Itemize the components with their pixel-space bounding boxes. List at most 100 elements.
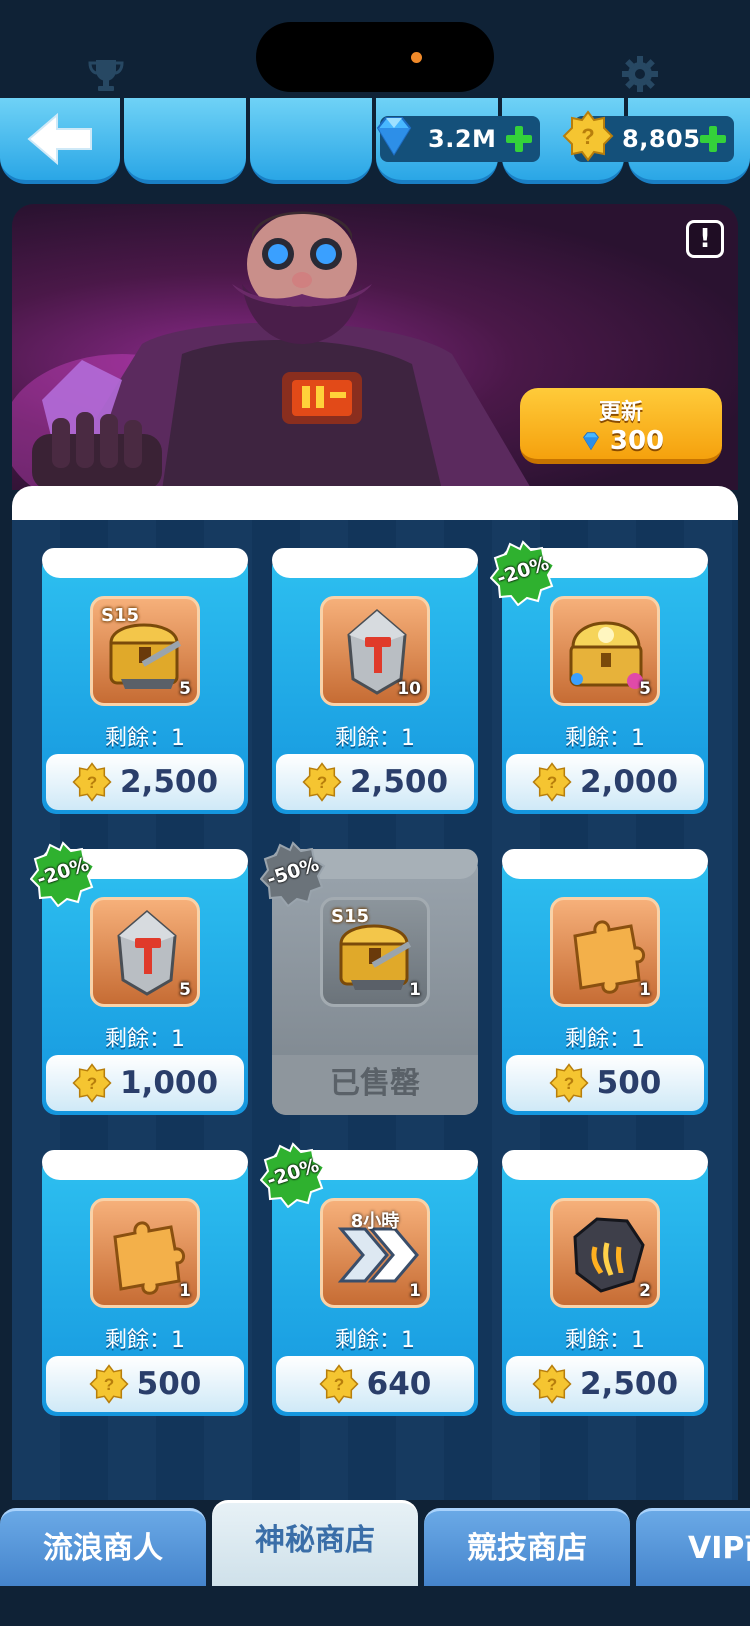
- svg-text:?: ?: [333, 1375, 343, 1394]
- item-remaining: 剩餘：1: [105, 1328, 185, 1353]
- refresh-button[interactable]: 更新 300: [520, 388, 722, 464]
- item-remaining: 剩餘：1: [565, 1328, 645, 1353]
- item-frame: 1: [550, 897, 660, 1007]
- item-remaining: 剩餘：1: [335, 726, 415, 751]
- gem-icon: [376, 117, 412, 156]
- item-quantity: 5: [179, 980, 191, 1000]
- item-badge: S15: [331, 906, 370, 927]
- discount-badge: -20%: [260, 1142, 326, 1208]
- shop-item-card[interactable]: 1 剩餘：1? 500: [502, 849, 708, 1115]
- home-indicator-area: [0, 1586, 750, 1626]
- item-frame: 1: [90, 1198, 200, 1308]
- gold-coin-icon: ?: [549, 1063, 589, 1103]
- snow-cap: [272, 548, 478, 578]
- svg-text:?: ?: [87, 1074, 97, 1093]
- item-price: 500: [136, 1366, 202, 1402]
- shop-item-card[interactable]: 2 剩餘：1? 2,500: [502, 1150, 708, 1416]
- item-remaining: 剩餘：1: [565, 726, 645, 751]
- item-price: 2,500: [349, 764, 449, 800]
- trophy-icon[interactable]: [86, 54, 126, 94]
- discount-badge: -20%: [30, 841, 96, 907]
- camera-indicator: [411, 52, 422, 63]
- item-remaining: 剩餘：1: [335, 1328, 415, 1353]
- item-frame: 5: [90, 897, 200, 1007]
- buy-button[interactable]: ? 1,000: [46, 1055, 244, 1111]
- item-frame: S15 1: [320, 897, 430, 1007]
- nav-slot: [250, 98, 372, 184]
- buy-button[interactable]: ? 2,500: [506, 1356, 704, 1412]
- info-button[interactable]: !: [686, 220, 724, 258]
- item-quantity: 1: [409, 980, 421, 1000]
- gold-coin-icon: ?: [72, 762, 112, 802]
- svg-text:?: ?: [563, 1074, 573, 1093]
- item-quantity: 1: [179, 1281, 191, 1301]
- dynamic-island: [256, 22, 494, 92]
- buy-button[interactable]: ? 2,500: [276, 754, 474, 810]
- status-bar: [0, 0, 750, 100]
- sold-out-label: 已售罄: [272, 1055, 478, 1115]
- top-nav: 3.2M ? 8,805: [0, 98, 750, 184]
- shop-item-card[interactable]: S15 5 剩餘：1? 2,500: [42, 548, 248, 814]
- gem-icon: [582, 432, 599, 451]
- snow-cap: [502, 1150, 708, 1180]
- buy-button[interactable]: ? 640: [276, 1356, 474, 1412]
- tab-wandering-merchant[interactable]: 流浪商人: [0, 1508, 206, 1586]
- svg-text:?: ?: [317, 773, 327, 792]
- item-frame: 10: [320, 596, 430, 706]
- item-badge: S15: [101, 605, 140, 626]
- svg-text:?: ?: [547, 773, 557, 792]
- bottom-tab-bar: 流浪商人 神秘商店 競技商店 VIP商: [0, 1500, 750, 1626]
- svg-text:?: ?: [547, 1375, 557, 1394]
- back-button[interactable]: [0, 98, 120, 184]
- discount-badge: -50%: [260, 841, 326, 907]
- discount-badge: -20%: [490, 540, 556, 606]
- add-gems-icon[interactable]: [504, 124, 534, 154]
- item-remaining: 剩餘：1: [105, 1027, 185, 1052]
- snow-cap: [42, 548, 248, 578]
- item-frame: 5: [550, 596, 660, 706]
- gold-coin-icon: ?: [532, 762, 572, 802]
- add-coins-icon[interactable]: [698, 124, 728, 154]
- gems-counter: 3.2M: [376, 116, 540, 162]
- snow-cap: [502, 849, 708, 879]
- item-remaining: 剩餘：1: [105, 726, 185, 751]
- gear-icon[interactable]: [620, 54, 660, 94]
- buy-button[interactable]: ? 2,500: [46, 754, 244, 810]
- item-remaining: 剩餘：1: [565, 1027, 645, 1052]
- tab-arena-shop[interactable]: 競技商店: [424, 1508, 630, 1586]
- item-duration: 8小時: [350, 1211, 400, 1232]
- buy-button[interactable]: ? 500: [506, 1055, 704, 1111]
- item-quantity: 2: [639, 1281, 651, 1301]
- gold-coin-icon: ?: [562, 110, 614, 162]
- item-price: 500: [596, 1065, 662, 1101]
- item-price: 2,500: [119, 764, 219, 800]
- gold-coin-icon: ?: [532, 1364, 572, 1404]
- gold-coin-icon: ?: [89, 1364, 129, 1404]
- item-price: 2,500: [579, 1366, 679, 1402]
- svg-text:?: ?: [581, 124, 594, 149]
- refresh-cost-value: 300: [609, 426, 665, 456]
- tab-vip-shop[interactable]: VIP商: [636, 1508, 750, 1586]
- coins-counter: ? 8,805: [562, 110, 734, 162]
- tab-mystery-shop[interactable]: 神秘商店: [212, 1500, 418, 1586]
- item-price: 1,000: [119, 1065, 219, 1101]
- item-quantity: 1: [409, 1281, 421, 1301]
- item-price: 2,000: [579, 764, 679, 800]
- gems-value: 3.2M: [428, 125, 497, 153]
- item-quantity: 1: [639, 980, 651, 1000]
- snow-cap: [42, 1150, 248, 1180]
- merchant-banner: ! 更新 300: [12, 204, 738, 490]
- item-price: 640: [366, 1366, 432, 1402]
- gold-coin-icon: ?: [302, 762, 342, 802]
- refresh-label: 更新: [598, 400, 643, 425]
- shop-item-card[interactable]: 1 剩餘：1? 500: [42, 1150, 248, 1416]
- item-frame: S15 5: [90, 596, 200, 706]
- svg-text:?: ?: [103, 1375, 113, 1394]
- item-frame: 2: [550, 1198, 660, 1308]
- buy-button[interactable]: ? 500: [46, 1356, 244, 1412]
- buy-button[interactable]: ? 2,000: [506, 754, 704, 810]
- shop-item-card[interactable]: 10 剩餘：1? 2,500: [272, 548, 478, 814]
- gold-coin-icon: ?: [319, 1364, 359, 1404]
- gold-coin-icon: ?: [72, 1063, 112, 1103]
- refresh-cost: 300: [520, 426, 722, 456]
